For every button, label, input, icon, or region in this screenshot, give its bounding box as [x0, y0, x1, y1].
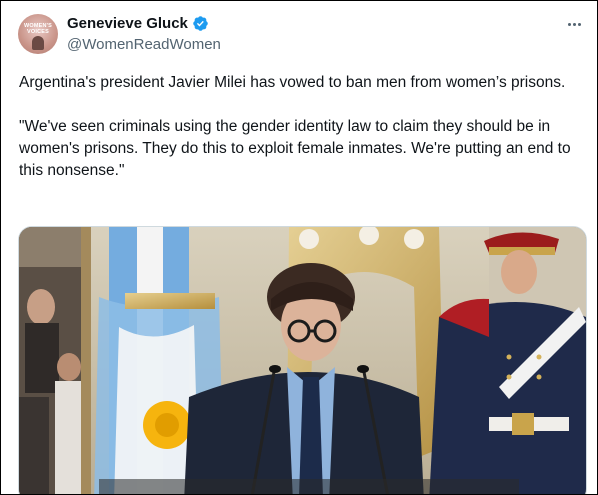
avatar-logo-text: WOMEN'S VOICES [23, 23, 53, 35]
tweet-text: Argentina's president Javier Milei has v… [19, 72, 584, 182]
photo-illustration [19, 227, 586, 494]
author-name-row: Genevieve Gluck [67, 15, 209, 32]
more-options-button[interactable] [563, 15, 585, 33]
verified-badge-icon [192, 15, 209, 32]
tweet-media-photo[interactable] [18, 226, 587, 494]
avatar-figure [32, 36, 44, 50]
avatar[interactable]: WOMEN'S VOICES [18, 14, 58, 54]
tweet-paragraph-1: Argentina's president Javier Milei has v… [19, 74, 566, 91]
tweet-paragraph-2: "We've seen criminals using the gender i… [19, 118, 571, 179]
more-horizontal-icon [567, 22, 571, 26]
author-display-name[interactable]: Genevieve Gluck [67, 15, 188, 32]
tweet-card: WOMEN'S VOICES Genevieve Gluck @WomenRea… [0, 0, 598, 495]
author-handle[interactable]: @WomenReadWomen [67, 36, 221, 53]
